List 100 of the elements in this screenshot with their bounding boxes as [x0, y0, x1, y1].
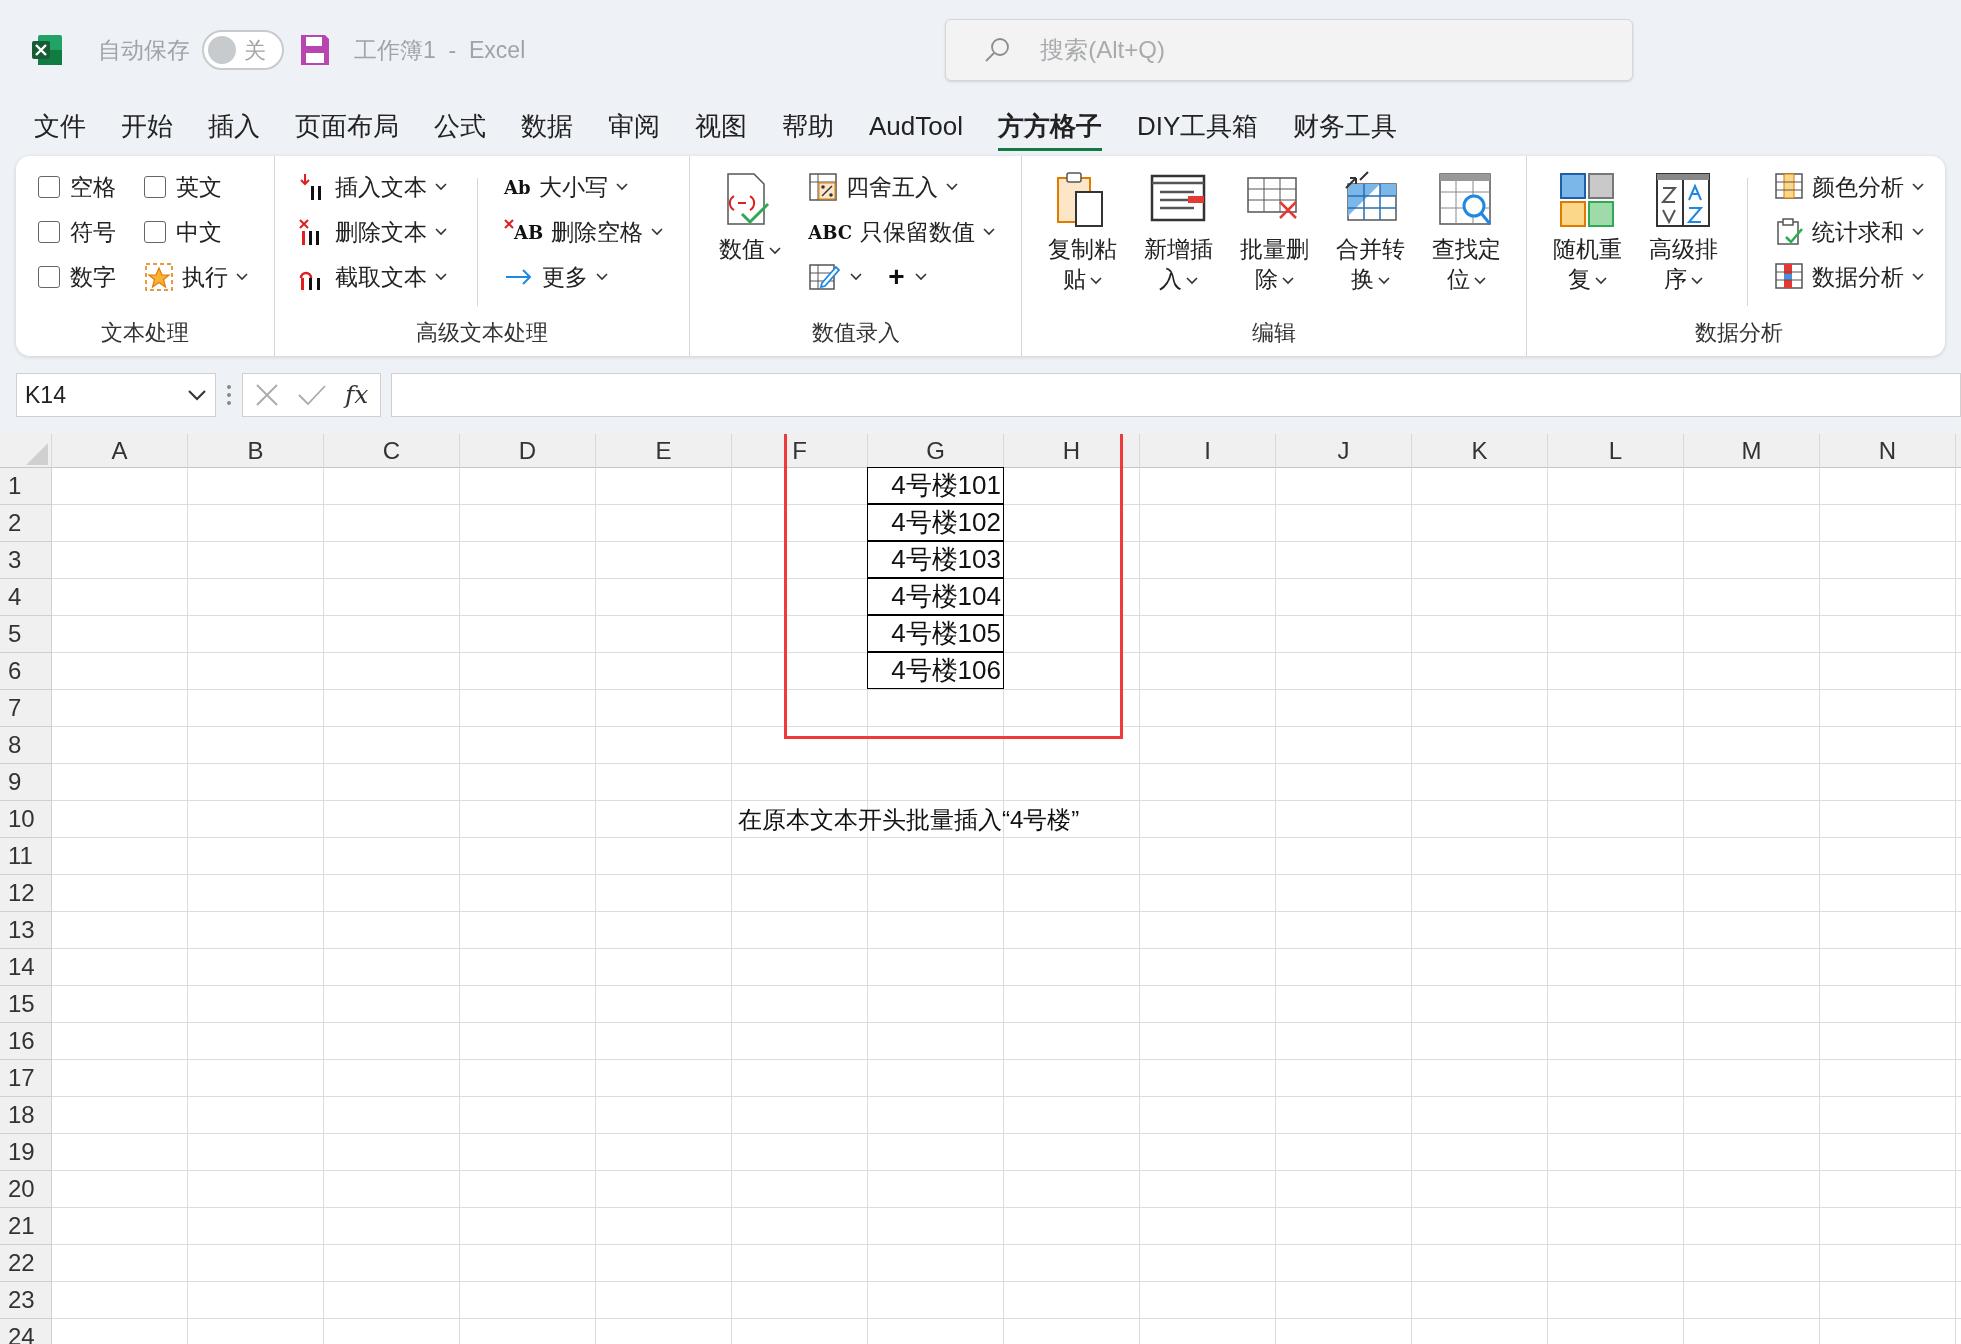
- group-label: 编辑: [1251, 319, 1298, 347]
- ribbon-button[interactable]: 批量删除: [1236, 166, 1313, 294]
- caret-icon: [1594, 276, 1607, 285]
- column-header[interactable]: I: [1140, 434, 1276, 468]
- column-header[interactable]: M: [1684, 434, 1820, 468]
- row-header[interactable]: 5: [0, 616, 52, 653]
- save-icon[interactable]: [300, 34, 330, 66]
- menu-tab[interactable]: 审阅: [608, 105, 660, 151]
- menu-tab[interactable]: 财务工具: [1293, 105, 1398, 151]
- ribbon-button[interactable]: 数值: [712, 166, 789, 264]
- ribbon-button[interactable]: 合并转换: [1332, 166, 1409, 294]
- row-header[interactable]: 16: [0, 1023, 52, 1060]
- ribbon-button[interactable]: AB 删除空格: [504, 211, 668, 253]
- icon-text: ABC: [808, 220, 853, 245]
- dots-icon: [226, 384, 232, 406]
- checkbox[interactable]: [38, 176, 60, 198]
- menu-tab[interactable]: 文件: [34, 105, 86, 151]
- column-header[interactable]: J: [1276, 434, 1412, 468]
- column-header[interactable]: D: [460, 434, 596, 468]
- checkbox[interactable]: [144, 176, 166, 198]
- row-header[interactable]: 15: [0, 986, 52, 1023]
- menu-tab[interactable]: 视图: [695, 105, 747, 151]
- column-header[interactable]: K: [1412, 434, 1548, 468]
- ribbon-button[interactable]: 截取文本: [297, 256, 451, 298]
- icon-dropdown-button[interactable]: +: [888, 259, 927, 295]
- menu-tab[interactable]: AudTool: [869, 105, 963, 151]
- caret-icon: [983, 228, 996, 236]
- ribbon-button[interactable]: 高级排序: [1645, 166, 1722, 294]
- column-header[interactable]: N: [1820, 434, 1956, 468]
- column-header[interactable]: B: [188, 434, 324, 468]
- ribbon-button[interactable]: 更多: [504, 256, 668, 298]
- row-header[interactable]: 2: [0, 505, 52, 542]
- menu-tab[interactable]: 插入: [208, 105, 260, 151]
- row-header[interactable]: 20: [0, 1171, 52, 1208]
- icon-text: AB: [514, 220, 544, 245]
- column-header[interactable]: C: [324, 434, 460, 468]
- row-header[interactable]: 11: [0, 838, 52, 875]
- column-header[interactable]: H: [1004, 434, 1140, 468]
- menu-tab[interactable]: 方方格子: [997, 105, 1102, 151]
- check-icon[interactable]: [297, 383, 327, 407]
- table-cell: 4号楼104: [867, 578, 1004, 615]
- row-header[interactable]: 13: [0, 912, 52, 949]
- row-header[interactable]: 6: [0, 653, 52, 690]
- menu-tab[interactable]: 数据: [521, 105, 573, 151]
- row-header[interactable]: 22: [0, 1245, 52, 1282]
- group-label: 高级文本处理: [415, 319, 550, 347]
- ribbon-button[interactable]: 随机重复: [1549, 166, 1626, 294]
- checkbox-label: 符号: [70, 217, 116, 247]
- row-header[interactable]: 17: [0, 1060, 52, 1097]
- checkbox[interactable]: [38, 221, 60, 243]
- menu-tab[interactable]: 页面布局: [295, 105, 399, 151]
- column-header[interactable]: A: [52, 434, 188, 468]
- column-header[interactable]: L: [1548, 434, 1684, 468]
- row-header[interactable]: 23: [0, 1282, 52, 1319]
- row-header[interactable]: 4: [0, 579, 52, 616]
- row-header[interactable]: 19: [0, 1134, 52, 1171]
- menu-tab[interactable]: 帮助: [782, 105, 834, 151]
- ribbon-button[interactable]: 执行: [144, 256, 252, 298]
- row-header[interactable]: 9: [0, 764, 52, 801]
- row-header[interactable]: 18: [0, 1097, 52, 1134]
- search-field[interactable]: 搜索(Alt+Q): [945, 19, 1634, 81]
- table-cell: 4号楼101: [867, 467, 1004, 504]
- ribbon-button[interactable]: 四舍五入: [808, 166, 1000, 208]
- caret-icon: [236, 273, 248, 281]
- checkbox[interactable]: [144, 221, 166, 243]
- ribbon-button[interactable]: 复制粘贴: [1044, 166, 1121, 294]
- row-header[interactable]: 10: [0, 801, 52, 838]
- table-cell: 4号楼105: [867, 615, 1004, 652]
- ribbon-button[interactable]: 插入文本: [297, 166, 451, 208]
- menu-tab[interactable]: DIY工具箱: [1136, 105, 1259, 151]
- row-header[interactable]: 7: [0, 690, 52, 727]
- ribbon-button[interactable]: 查找定位: [1428, 166, 1505, 294]
- formula-input[interactable]: [391, 373, 1961, 417]
- name-box[interactable]: K14: [16, 373, 216, 417]
- document-title: 工作簿1 - Excel: [354, 35, 526, 65]
- grid-column-icon: [1774, 172, 1805, 202]
- caret-icon: [435, 228, 447, 236]
- ribbon-button[interactable]: 统计求和: [1774, 211, 1929, 253]
- row-header[interactable]: 21: [0, 1208, 52, 1245]
- column-header[interactable]: E: [596, 434, 732, 468]
- row-header[interactable]: 3: [0, 542, 52, 579]
- row-header[interactable]: 14: [0, 949, 52, 986]
- ribbon-button[interactable]: Ab 大小写: [504, 166, 668, 208]
- ribbon-button[interactable]: ABC 只保留数值: [808, 211, 1000, 253]
- menu-tab[interactable]: 公式: [434, 105, 486, 151]
- caret-icon: [914, 273, 927, 281]
- ribbon-button[interactable]: 颜色分析: [1774, 166, 1929, 208]
- ribbon-button[interactable]: 新增插入: [1140, 166, 1217, 294]
- insert-function-button[interactable]: fx: [345, 376, 369, 414]
- row-header[interactable]: 12: [0, 875, 52, 912]
- row-header[interactable]: 1: [0, 468, 52, 505]
- checkbox[interactable]: [38, 266, 60, 288]
- row-header[interactable]: 8: [0, 727, 52, 764]
- ribbon-button[interactable]: 数据分析: [1774, 256, 1929, 298]
- grid-pencil-icon: [808, 261, 841, 293]
- caret-icon: [850, 273, 863, 281]
- ribbon-button[interactable]: 删除文本: [297, 211, 451, 253]
- menu-tab[interactable]: 开始: [121, 105, 173, 151]
- table-cell: 4号楼106: [867, 652, 1004, 689]
- icon-text: Ab: [504, 175, 531, 200]
